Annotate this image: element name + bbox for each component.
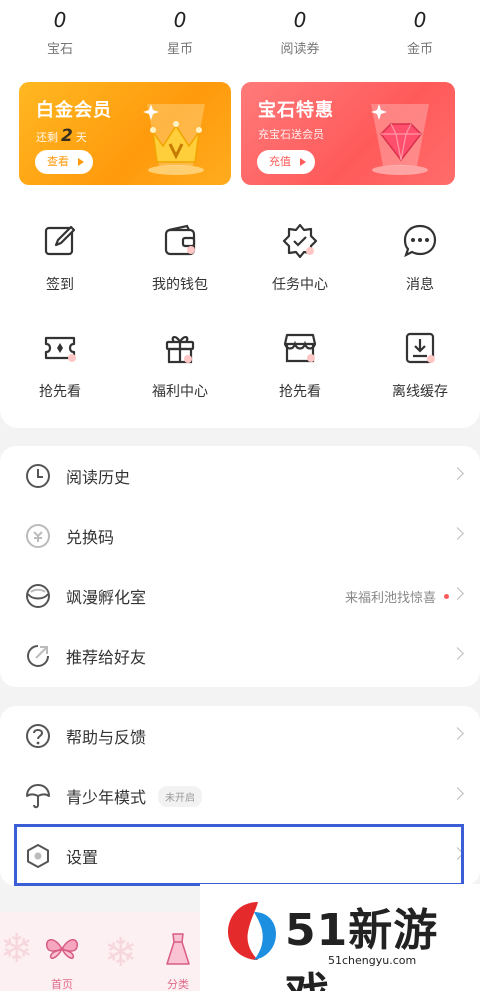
grid-item-messages[interactable]: 消息 xyxy=(360,222,480,296)
grid-label: 消息 xyxy=(406,277,434,293)
watermark-url: 51chengyu.com xyxy=(328,954,417,967)
menu-item-help-feedback[interactable]: 帮助与反馈 xyxy=(0,706,480,766)
menu-item-incubator[interactable]: 飒漫孵化室 来福利池找惊喜 xyxy=(0,566,480,626)
stat-star-coins[interactable]: 0 星币 xyxy=(120,6,240,64)
menu-label: 兑换码 xyxy=(66,528,115,547)
feature-grid: 签到 我的钱包 任务中心 消息 抢先看 福利中心 抢先看 离线缓存 xyxy=(0,222,480,403)
stat-label: 宝石 xyxy=(46,42,73,57)
watermark: 51新游戏 51chengyu.com xyxy=(200,884,480,991)
stat-value: 0 xyxy=(53,8,67,32)
stat-value: 0 xyxy=(413,8,427,32)
grid-item-preview-store[interactable]: 抢先看 xyxy=(240,329,360,403)
grid-label: 福利中心 xyxy=(152,384,208,400)
vip-view-button[interactable]: 查看 xyxy=(35,150,93,174)
grid-label: 抢先看 xyxy=(279,384,321,400)
nav-label: 首页 xyxy=(51,978,73,991)
chevron-right-icon xyxy=(451,527,464,540)
crown-icon xyxy=(143,104,205,175)
badge-check-icon xyxy=(281,222,319,260)
incubator-icon xyxy=(24,582,52,610)
grid-label: 抢先看 xyxy=(39,384,81,400)
stat-value: 0 xyxy=(173,8,187,32)
gift-icon xyxy=(161,329,199,367)
vip-title: 白金会员 xyxy=(36,100,112,121)
stat-label: 星币 xyxy=(166,42,193,57)
grid-label: 离线缓存 xyxy=(392,384,448,400)
youth-mode-status-badge: 未开启 xyxy=(158,785,203,807)
menu-label: 飒漫孵化室 xyxy=(66,588,147,607)
stat-gems[interactable]: 0 宝石 xyxy=(0,6,120,64)
ticket-icon xyxy=(41,329,79,367)
gem-icon xyxy=(371,104,429,175)
nav-home[interactable]: 首页 xyxy=(36,930,88,991)
stat-label: 阅读券 xyxy=(280,42,320,57)
snowflake-icon: ❄ xyxy=(104,930,138,976)
nav-category[interactable]: 分类 xyxy=(152,930,204,991)
gem-recharge-button[interactable]: 充值 xyxy=(257,150,315,174)
menu-label: 设置 xyxy=(66,848,99,867)
menu-section-2: 帮助与反馈 青少年模式 未开启 设置 xyxy=(0,706,480,886)
vip-remaining: 还剩 2 天 xyxy=(36,126,87,146)
grid-item-checkin[interactable]: 签到 xyxy=(0,222,120,296)
grid-item-tasks[interactable]: 任务中心 xyxy=(240,222,360,296)
menu-item-reading-history[interactable]: 阅读历史 xyxy=(0,446,480,506)
watermark-logo xyxy=(228,902,276,960)
grid-label: 签到 xyxy=(46,277,74,293)
vip-days: 2 xyxy=(61,126,73,146)
menu-label: 青少年模式 xyxy=(66,788,147,807)
menu-item-recommend-friends[interactable]: 推荐给好友 xyxy=(0,626,480,686)
chat-bubble-icon xyxy=(401,222,439,260)
stat-reading-vouchers[interactable]: 0 阅读券 xyxy=(240,6,360,64)
menu-item-youth-mode[interactable]: 青少年模式 未开启 xyxy=(0,766,480,826)
edit-icon xyxy=(41,222,79,260)
chevron-right-icon xyxy=(451,847,464,860)
chevron-right-icon xyxy=(451,467,464,480)
grid-item-welfare[interactable]: 福利中心 xyxy=(120,329,240,403)
settings-icon xyxy=(24,842,52,870)
vip-promo-card[interactable]: 白金会员 还剩 2 天 查看 xyxy=(19,82,231,185)
grid-label: 我的钱包 xyxy=(152,277,208,293)
stats-bar: 0 宝石 0 星币 0 阅读券 0 金币 xyxy=(0,6,480,64)
grid-item-preview[interactable]: 抢先看 xyxy=(0,329,120,403)
stat-value: 0 xyxy=(293,8,307,32)
chevron-right-icon xyxy=(451,727,464,740)
stat-gold-coins[interactable]: 0 金币 xyxy=(360,6,480,64)
menu-section-1: 阅读历史 兑换码 飒漫孵化室 来福利池找惊喜 推荐给好友 xyxy=(0,446,480,687)
chevron-right-icon xyxy=(451,587,464,600)
nav-label: 分类 xyxy=(167,978,189,991)
help-icon xyxy=(24,722,52,750)
top-card: 0 宝石 0 星币 0 阅读券 0 金币 白金会员 还剩2天 查看 宝石特惠 xyxy=(0,0,480,428)
grid-item-offline-cache[interactable]: 离线缓存 xyxy=(360,329,480,403)
incubator-hint: 来福利池找惊喜 xyxy=(344,591,436,606)
gem-subtitle: 充宝石送会员 xyxy=(258,128,324,141)
snowflake-icon: ❄ xyxy=(0,926,34,972)
grid-item-wallet[interactable]: 我的钱包 xyxy=(120,222,240,296)
stat-label: 金币 xyxy=(406,42,433,57)
butterfly-icon xyxy=(46,939,78,959)
watermark-title: 51新游戏 xyxy=(285,905,439,991)
menu-label: 推荐给好友 xyxy=(66,648,147,667)
clock-icon xyxy=(24,462,52,490)
chevron-right-icon xyxy=(451,647,464,660)
share-icon xyxy=(24,642,52,670)
menu-item-redeem-code[interactable]: 兑换码 xyxy=(0,506,480,566)
gem-title: 宝石特惠 xyxy=(258,100,334,121)
play-arrow-icon xyxy=(300,158,306,166)
dress-icon xyxy=(166,933,190,965)
menu-item-settings[interactable]: 设置 xyxy=(0,826,480,886)
notification-dot xyxy=(444,594,449,599)
gem-promo-card[interactable]: 宝石特惠 充宝石送会员 充值 xyxy=(241,82,455,185)
wallet-icon xyxy=(161,222,199,260)
store-icon xyxy=(281,329,319,367)
download-icon xyxy=(401,329,439,367)
redeem-icon xyxy=(24,522,52,550)
menu-label: 帮助与反馈 xyxy=(66,728,147,747)
menu-label: 阅读历史 xyxy=(66,468,131,487)
umbrella-icon xyxy=(24,782,52,810)
grid-label: 任务中心 xyxy=(272,277,328,293)
play-arrow-icon xyxy=(78,158,84,166)
chevron-right-icon xyxy=(451,787,464,800)
